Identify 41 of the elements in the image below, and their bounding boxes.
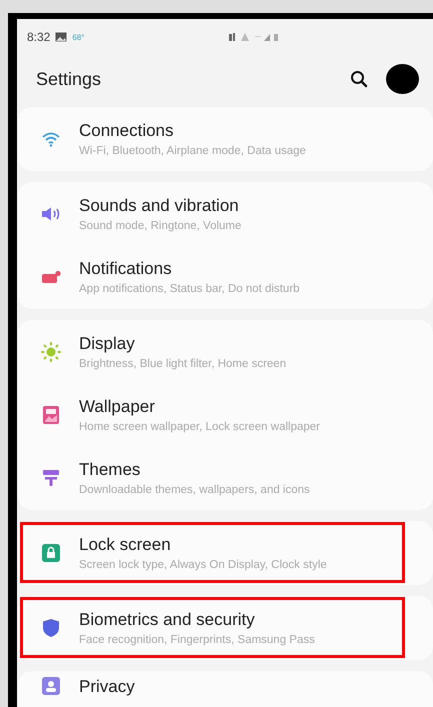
sun-icon: [41, 342, 61, 362]
item-subtitle: Downloadable themes, wallpapers, and icons: [79, 484, 310, 496]
settings-item[interactable]: Privacy: [20, 672, 405, 707]
item-title: Wallpaper: [79, 396, 156, 416]
item-title: Sounds and vibration: [79, 196, 240, 216]
item-subtitle: Screen lock type, Always On Display, Clock style: [79, 558, 327, 570]
image-icon: [55, 32, 68, 42]
settings-item[interactable]: Lock screen Screen lock type, Always On Display, Clock style: [20, 522, 405, 583]
signal-icons: [229, 32, 280, 42]
item-subtitle: Wi-Fi, Bluetooth, Airplane mode, Data usage: [79, 144, 306, 156]
wifi-icon: [41, 130, 61, 146]
speaker-icon: [41, 206, 61, 220]
privacy-icon: [42, 677, 60, 695]
settings-item[interactable]: Themes Downloadable themes, wallpapers, and icons: [20, 447, 405, 508]
settings-item[interactable]: Sounds and vibration Sound mode, Ringtone, Volume: [20, 183, 405, 244]
settings-item[interactable]: Connections Wi-Fi, Bluetooth, Airplane mode, Data usage: [20, 108, 405, 169]
lock-icon: [42, 544, 60, 562]
picture-icon: [43, 406, 59, 424]
page-title: Settings: [36, 68, 102, 90]
shield-icon: [42, 618, 60, 638]
item-subtitle: Brightness, Blue light filter, Home screen: [79, 358, 286, 370]
search-icon[interactable]: [350, 70, 368, 88]
settings-item[interactable]: Notifications App notifications, Status bar, Do not disturb: [20, 246, 405, 307]
settings-item[interactable]: Display Brightness, Blue light filter, Home screen: [20, 321, 405, 382]
settings-item[interactable]: Wallpaper Home screen wallpaper, Lock screen wallpaper: [20, 384, 405, 445]
item-subtitle: Sound mode, Ringtone, Volume: [79, 220, 242, 232]
item-subtitle: App notifications, Status bar, Do not disturb: [79, 282, 300, 294]
notification-icon: [41, 270, 61, 284]
item-subtitle: Face recognition, Fingerprints, Samsung Pass: [79, 634, 315, 646]
item-title: Notifications: [79, 258, 173, 278]
item-title: Lock screen: [79, 534, 172, 554]
item-title: Connections: [79, 120, 175, 140]
item-title: Themes: [79, 460, 142, 480]
item-title: Biometrics and security: [79, 610, 256, 630]
item-title: Display: [79, 334, 136, 354]
status-time: 8:32: [27, 30, 50, 44]
temperature-text: 68°: [72, 32, 84, 42]
item-title: Privacy: [79, 677, 135, 697]
avatar[interactable]: [386, 64, 419, 94]
item-subtitle: Home screen wallpaper, Lock screen wallpaper: [79, 420, 320, 432]
settings-item[interactable]: Biometrics and security Face recognition, Fingerprints, Samsung Pass: [20, 597, 405, 658]
